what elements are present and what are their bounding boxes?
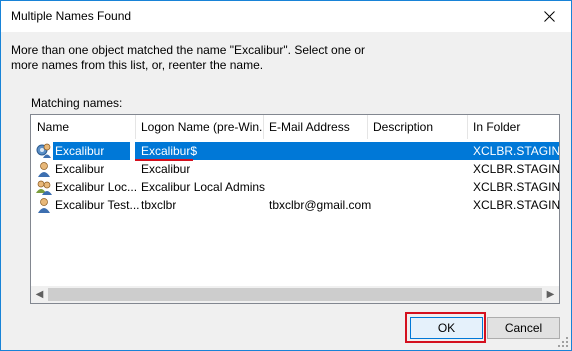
column-header-email[interactable]: E-Mail Address xyxy=(263,115,367,139)
dialog-title: Multiple Names Found xyxy=(11,9,132,23)
row-logon-name: Excalibur$ xyxy=(141,144,198,158)
scroll-right-arrow-icon[interactable]: ▶ xyxy=(542,286,559,303)
title-bar[interactable]: Multiple Names Found xyxy=(1,1,571,32)
column-header-description[interactable]: Description xyxy=(367,115,467,139)
matching-names-label: Matching names: xyxy=(31,96,123,110)
horizontal-scrollbar[interactable]: ◀ ▶ xyxy=(31,286,559,303)
scrollbar-thumb[interactable] xyxy=(48,288,542,301)
column-header-in-folder[interactable]: In Folder xyxy=(467,115,559,139)
row-folder: XCLBR.STAGIN... xyxy=(473,180,560,194)
user-icon xyxy=(38,198,50,213)
dialog-window: Multiple Names Found More than one objec… xyxy=(0,0,572,351)
row-name: Excalibur xyxy=(55,162,105,176)
row-logon-name: tbxclbr xyxy=(141,198,177,212)
row-folder: XCLBR.STAGIN... xyxy=(473,198,560,212)
scroll-left-arrow-icon[interactable]: ◀ xyxy=(31,286,48,303)
close-icon xyxy=(543,11,555,22)
cancel-button[interactable]: Cancel xyxy=(487,317,560,339)
row-logon-name: Excalibur Local Admins xyxy=(141,180,266,194)
row-name: Excalibur xyxy=(55,144,105,158)
list-header: Name Logon Name (pre-Win... E-Mail Addre… xyxy=(31,115,559,139)
info-message: More than one object matched the name "E… xyxy=(11,43,366,72)
row-folder: XCLBR.STAGIN... xyxy=(473,144,560,158)
row-email: tbxclbr@gmail.com xyxy=(269,198,372,212)
list-item[interactable]: Excalibur Test... tbxclbr tbxclbr@gmail.… xyxy=(31,196,559,214)
row-folder: XCLBR.STAGIN... xyxy=(473,162,560,176)
user-icon xyxy=(38,162,50,177)
row-name: Excalibur Test... xyxy=(55,198,140,212)
column-header-name[interactable]: Name xyxy=(31,115,135,139)
dialog-body: More than one object matched the name "E… xyxy=(1,32,571,350)
group-icon xyxy=(36,180,52,195)
list-item[interactable]: Excalibur Loc... Excalibur Local Admins … xyxy=(31,178,559,196)
list-item[interactable]: Excalibur Excalibur$ XCLBR.STAGIN... xyxy=(31,142,560,161)
results-list[interactable]: Name Logon Name (pre-Win... E-Mail Addre… xyxy=(30,114,560,304)
row-logon-name: Excalibur xyxy=(141,162,191,176)
computer-user-icon xyxy=(36,143,51,158)
close-button[interactable] xyxy=(527,1,571,32)
column-header-logon-name[interactable]: Logon Name (pre-Win... xyxy=(135,115,263,139)
list-item[interactable]: Excalibur Excalibur XCLBR.STAGIN... xyxy=(31,160,559,178)
ok-button[interactable]: OK xyxy=(410,317,483,339)
resize-grip-icon[interactable] xyxy=(557,336,569,348)
row-name: Excalibur Loc... xyxy=(55,180,138,194)
